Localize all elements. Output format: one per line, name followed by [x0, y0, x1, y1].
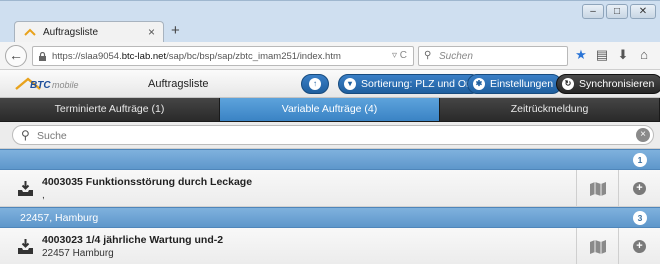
- tab-variable-orders[interactable]: Variable Aufträge (4): [220, 98, 440, 121]
- settings-button[interactable]: ✱ Einstellungen: [467, 74, 563, 94]
- order-actions: +: [576, 228, 660, 264]
- sync-button-label: Synchronisieren: [579, 78, 655, 90]
- window-controls: – □ ✕: [582, 4, 656, 19]
- show-map-button[interactable]: [576, 170, 618, 206]
- show-map-button[interactable]: [576, 228, 618, 264]
- order-address: ,: [42, 190, 45, 201]
- app-header: BTC mobile Auftragsliste ↑ ▾ Sortierung:…: [0, 70, 660, 98]
- search-icon: ⚲: [21, 128, 30, 142]
- download-icon[interactable]: ⬇: [616, 46, 630, 64]
- tab-close-icon[interactable]: ×: [148, 25, 155, 39]
- maximize-button[interactable]: □: [606, 4, 628, 19]
- clear-search-icon[interactable]: ×: [636, 128, 650, 142]
- add-order-button[interactable]: +: [618, 228, 660, 264]
- list-group-divider: 1: [0, 149, 660, 170]
- home-icon[interactable]: ⌂: [637, 46, 651, 64]
- order-list-item[interactable]: 4003023 1/4 jährliche Wartung und-2 2245…: [0, 228, 660, 264]
- order-actions: +: [576, 170, 660, 206]
- browser-tab-strip: Auftragsliste × + – □ ✕: [0, 0, 660, 43]
- order-tabs: Terminierte Aufträge (1) Variable Aufträ…: [0, 98, 660, 122]
- settings-button-label: Einstellungen: [490, 78, 554, 90]
- search-bar: ⚲ Suche ×: [0, 122, 660, 149]
- reload-icon[interactable]: ▿ C: [392, 50, 407, 61]
- browser-search-placeholder: Suchen: [439, 51, 473, 62]
- new-tab-button[interactable]: +: [171, 21, 180, 41]
- add-order-button[interactable]: +: [618, 170, 660, 206]
- inbox-icon: [18, 239, 33, 254]
- order-title: 4003023 1/4 jährliche Wartung und-2: [42, 234, 224, 246]
- list-group-divider: 22457, Hamburg 3: [0, 207, 660, 228]
- search-icon: ⚲: [424, 50, 432, 61]
- btc-mobile-logo: BTC mobile: [15, 77, 79, 91]
- app-favicon-icon: [24, 28, 36, 36]
- clipboard-icon[interactable]: ▤: [595, 46, 609, 64]
- plus-icon: +: [633, 240, 646, 253]
- close-window-button[interactable]: ✕: [630, 4, 656, 19]
- map-icon: [590, 182, 606, 196]
- inbox-icon: [18, 181, 33, 196]
- order-list-item[interactable]: 4003035 Funktionsstörung durch Leckage ,…: [0, 170, 660, 207]
- browser-tab[interactable]: Auftragsliste ×: [14, 21, 164, 43]
- sort-button[interactable]: ▾ Sortierung: PLZ und Ort: [338, 74, 482, 94]
- arrow-up-icon: ↑: [309, 78, 321, 90]
- page-title: Auftragsliste: [148, 78, 209, 90]
- order-title: 4003035 Funktionsstörung durch Leckage: [42, 176, 253, 188]
- tab-time-confirmation[interactable]: Zeitrückmeldung: [440, 98, 660, 121]
- minimize-button[interactable]: –: [582, 4, 604, 19]
- map-icon: [590, 240, 606, 254]
- address-bar[interactable]: https://slaa9054.btc-lab.net/sap/bc/bsp/…: [32, 46, 414, 66]
- group-label: 22457, Hamburg: [20, 212, 99, 224]
- gear-icon: ✱: [473, 78, 485, 90]
- plus-icon: +: [633, 182, 646, 195]
- bookmark-star-icon[interactable]: ★: [574, 46, 588, 64]
- tab-scheduled-orders[interactable]: Terminierte Aufträge (1): [0, 98, 220, 121]
- group-count-badge: 3: [633, 211, 647, 225]
- svg-text:mobile: mobile: [52, 80, 79, 90]
- search-placeholder: Suche: [37, 130, 67, 142]
- url-text: https://slaa9054.btc-lab.net/sap/bc/bsp/…: [52, 51, 341, 62]
- search-input[interactable]: ⚲ Suche ×: [12, 125, 654, 145]
- refresh-icon: ↻: [562, 78, 574, 90]
- sort-icon: ▾: [344, 78, 356, 90]
- sync-button[interactable]: ↻ Synchronisieren: [556, 74, 660, 94]
- browser-search-field[interactable]: ⚲ Suchen: [418, 46, 568, 66]
- browser-tab-title: Auftragsliste: [43, 27, 99, 38]
- browser-navigation-bar: ← https://slaa9054.btc-lab.net/sap/bc/bs…: [0, 42, 660, 70]
- svg-text:BTC: BTC: [30, 80, 51, 91]
- order-address: 22457 Hamburg: [42, 248, 114, 259]
- sort-button-label: Sortierung: PLZ und Ort: [361, 78, 473, 90]
- group-count-badge: 1: [633, 153, 647, 167]
- lock-icon: [39, 52, 46, 61]
- back-button[interactable]: ←: [5, 45, 27, 67]
- scroll-up-button[interactable]: ↑: [301, 74, 329, 94]
- back-arrow-icon: ←: [9, 47, 23, 63]
- browser-toolbar-icons: ★ ▤ ⬇ ⌂ ≡: [574, 46, 660, 64]
